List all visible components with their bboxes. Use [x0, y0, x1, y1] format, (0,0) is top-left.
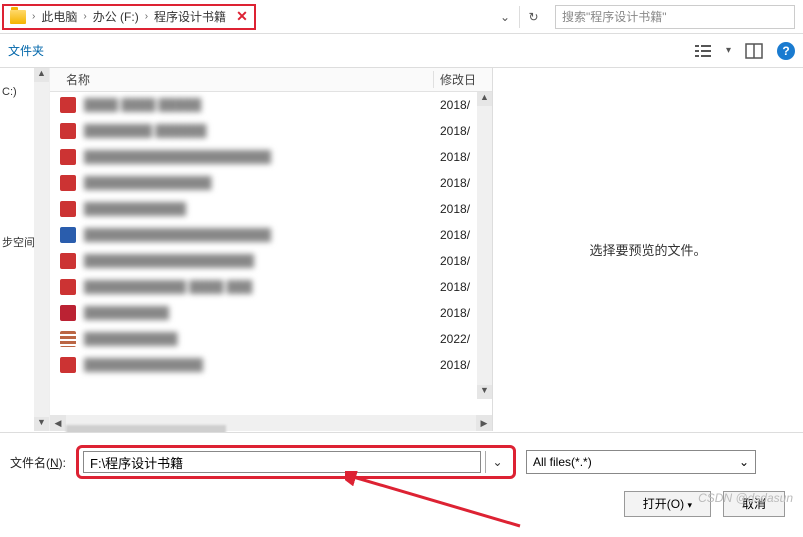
- pdf-icon: [60, 175, 76, 191]
- refresh-button[interactable]: ↻: [519, 6, 547, 28]
- file-row[interactable]: ██████████████████████2018/: [50, 144, 492, 170]
- breadcrumb-item-2[interactable]: 程序设计书籍: [154, 8, 226, 25]
- filetype-filter[interactable]: All files(*.*) ⌄: [526, 450, 756, 474]
- bottom-bar: 文件名(N): ⌄ All files(*.*) ⌄ 打开(O) ▾ 取消 CS…: [0, 432, 803, 537]
- preview-empty-text: 选择要预览的文件。: [589, 240, 706, 259]
- column-date[interactable]: 修改日: [434, 71, 492, 88]
- file-row[interactable]: ███████████████2018/: [50, 170, 492, 196]
- chevron-right-icon: ›: [145, 11, 148, 22]
- view-dropdown-icon[interactable]: ▾: [726, 45, 731, 56]
- file-row[interactable]: ███████████2022/: [50, 326, 492, 352]
- chevron-down-icon: ⌄: [739, 455, 749, 469]
- file-row[interactable]: ██████████████2018/: [50, 352, 492, 378]
- pdf-icon: [60, 357, 76, 373]
- chevron-right-icon: ›: [32, 11, 35, 22]
- new-folder-button[interactable]: 文件夹: [8, 42, 44, 59]
- chevron-right-icon: ›: [83, 11, 86, 22]
- list-hscrollbar[interactable]: ◀ ▶: [50, 415, 492, 431]
- preview-pane: 选择要预览的文件。: [493, 68, 803, 431]
- file-row[interactable]: ██████████████████████2018/: [50, 222, 492, 248]
- filename-highlight: ⌄: [76, 445, 516, 479]
- filter-label: All files(*.*): [533, 455, 592, 469]
- chevron-down-icon: ▾: [687, 500, 692, 510]
- list-body: ████ ████ █████2018/ ████████ ██████2018…: [50, 92, 492, 415]
- pdf-icon: [60, 201, 76, 217]
- sidebar: C:) 步空间 ▲ ▼: [0, 68, 50, 431]
- address-dropdown-button[interactable]: ⌄: [491, 10, 519, 24]
- archive-icon: [60, 331, 76, 347]
- archive-icon: [60, 305, 76, 321]
- breadcrumb-highlight: › 此电脑 › 办公 (F:) › 程序设计书籍 ✕: [2, 4, 256, 30]
- scroll-thumb[interactable]: [34, 82, 49, 417]
- watermark: CSDN @dsdasun: [698, 491, 793, 505]
- pdf-icon: [60, 123, 76, 139]
- filename-dropdown-button[interactable]: ⌄: [485, 451, 509, 473]
- folder-icon: [10, 10, 26, 24]
- pdf-icon: [60, 279, 76, 295]
- search-placeholder: 搜索"程序设计书籍": [562, 8, 667, 25]
- main-area: C:) 步空间 ▲ ▼ 名称 修改日 ████ ████ █████2018/ …: [0, 68, 803, 431]
- toolbar-right: ▾ ?: [694, 42, 795, 60]
- address-bar: › 此电脑 › 办公 (F:) › 程序设计书籍 ✕ ⌄ ↻ 搜索"程序设计书籍…: [0, 0, 803, 34]
- sidebar-scrollbar[interactable]: ▲ ▼: [34, 68, 49, 431]
- breadcrumb-item-1[interactable]: 办公 (F:): [93, 8, 139, 25]
- file-row[interactable]: ████████████████████2018/: [50, 248, 492, 274]
- filename-input[interactable]: [83, 451, 481, 473]
- scroll-down-icon[interactable]: ▼: [34, 417, 49, 431]
- scroll-up-icon[interactable]: ▲: [477, 92, 492, 106]
- doc-icon: [60, 227, 76, 243]
- filename-label: 文件名(N):: [10, 454, 66, 471]
- file-row[interactable]: ████ ████ █████2018/: [50, 92, 492, 118]
- breadcrumb-item-0[interactable]: 此电脑: [41, 8, 77, 25]
- list-header: 名称 修改日: [50, 68, 492, 92]
- scroll-left-icon[interactable]: ◀: [50, 415, 66, 431]
- scroll-thumb[interactable]: [477, 106, 492, 385]
- toolbar: 文件夹 ▾ ?: [0, 34, 803, 68]
- file-row[interactable]: ████████████ ████ ███2018/: [50, 274, 492, 300]
- scroll-right-icon[interactable]: ▶: [476, 415, 492, 431]
- pdf-icon: [60, 97, 76, 113]
- help-icon[interactable]: ?: [777, 42, 795, 60]
- file-row[interactable]: ████████████2018/: [50, 196, 492, 222]
- file-list: 名称 修改日 ████ ████ █████2018/ ████████ ███…: [50, 68, 493, 431]
- scroll-up-icon[interactable]: ▲: [34, 68, 49, 82]
- column-name[interactable]: 名称: [50, 71, 434, 88]
- file-row[interactable]: ████████ ██████2018/: [50, 118, 492, 144]
- pdf-icon: [60, 149, 76, 165]
- file-row[interactable]: ██████████2018/: [50, 300, 492, 326]
- search-input[interactable]: 搜索"程序设计书籍": [555, 5, 795, 29]
- preview-pane-icon[interactable]: [745, 43, 763, 59]
- list-vscrollbar[interactable]: ▲ ▼: [477, 92, 492, 399]
- close-icon[interactable]: ✕: [236, 8, 248, 25]
- pdf-icon: [60, 253, 76, 269]
- view-details-icon[interactable]: [694, 43, 712, 59]
- scroll-down-icon[interactable]: ▼: [477, 385, 492, 399]
